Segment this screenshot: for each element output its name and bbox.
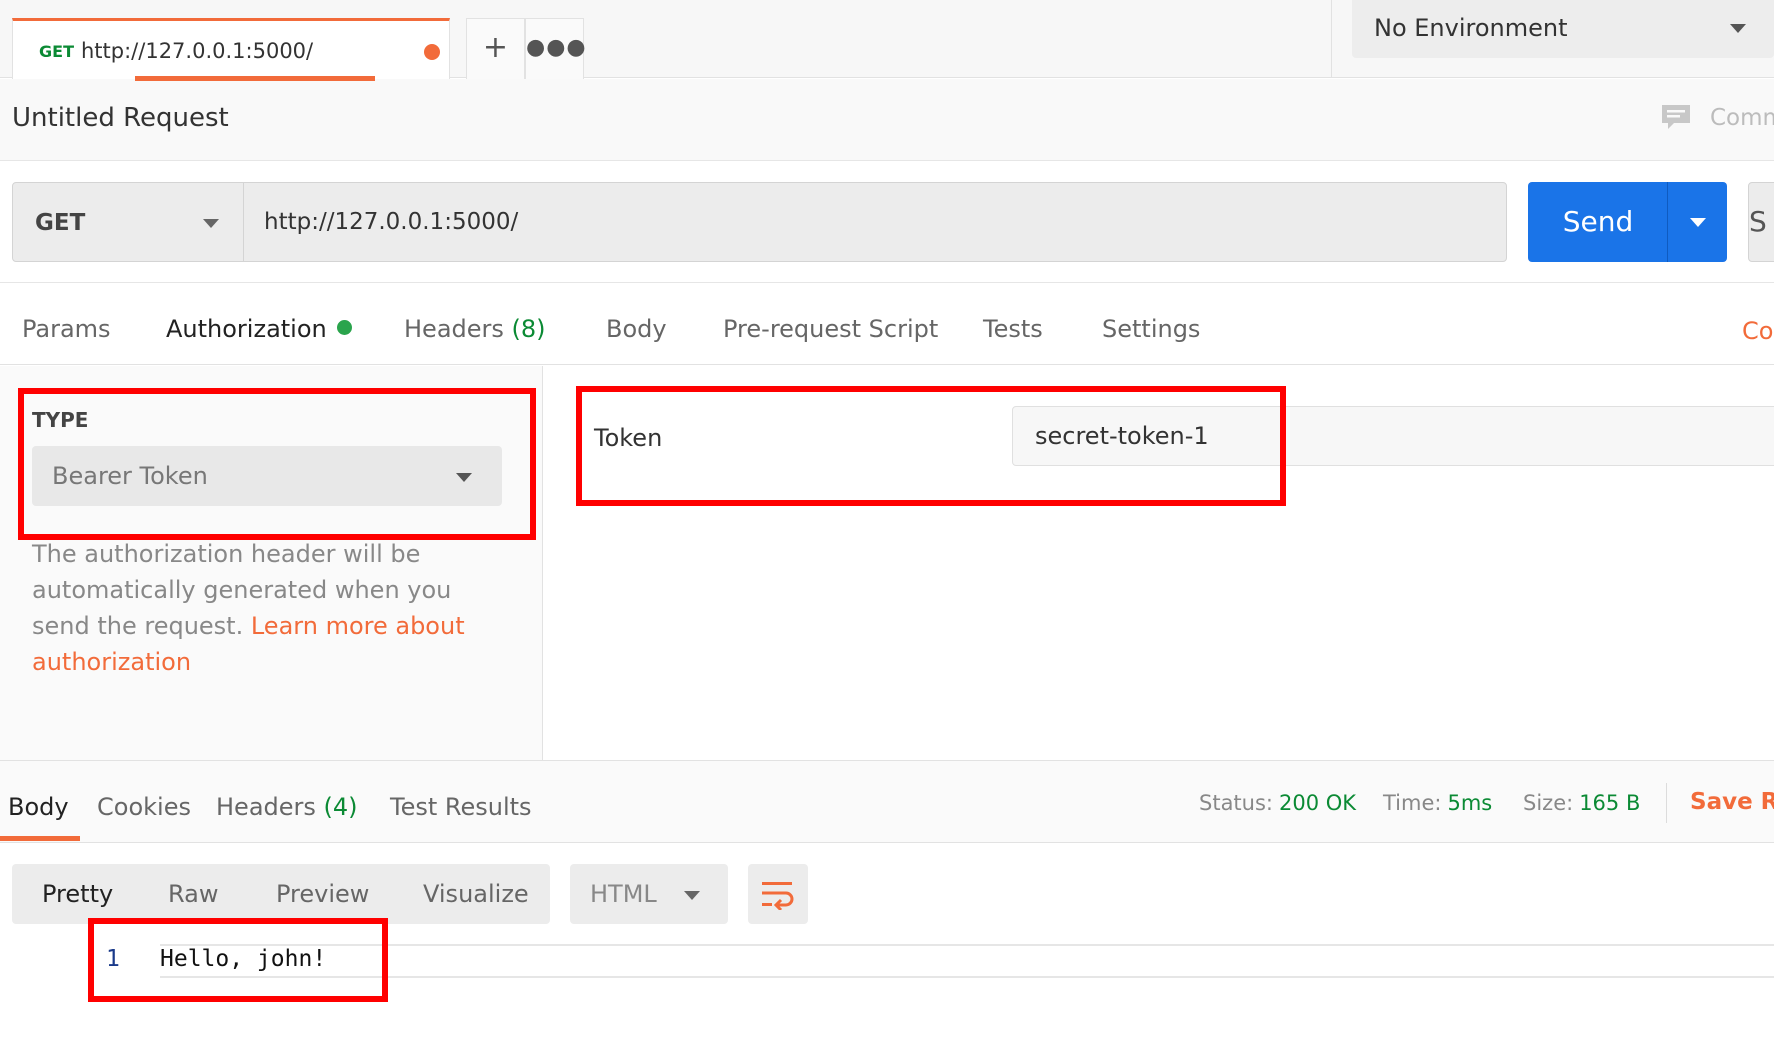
ellipsis-icon: ●●● xyxy=(526,35,587,60)
cookies-link[interactable]: Co xyxy=(1742,317,1773,345)
request-title-bar: Untitled Request Comm xyxy=(0,79,1774,161)
save-button[interactable]: S xyxy=(1748,182,1774,262)
method-label: GET xyxy=(35,210,86,236)
save-label: S xyxy=(1749,205,1767,238)
new-tab-button[interactable]: + xyxy=(466,18,525,79)
auth-help-text: The authorization header will be automat… xyxy=(32,536,502,680)
view-preview-button[interactable]: Preview xyxy=(276,880,369,908)
chevron-down-icon xyxy=(1730,24,1746,33)
tab-params[interactable]: Params xyxy=(22,315,111,343)
size-meta: Size: 165 B xyxy=(1523,791,1640,815)
view-pretty-button[interactable]: Pretty xyxy=(42,880,113,908)
tab-settings[interactable]: Settings xyxy=(1102,315,1200,343)
tab-pre-request-script[interactable]: Pre-request Script xyxy=(723,315,938,343)
tab-tests[interactable]: Tests xyxy=(983,315,1043,343)
wrap-lines-icon xyxy=(762,882,794,910)
request-tab-url: http://127.0.0.1:5000/ xyxy=(81,39,314,63)
tab-authorization-label: Authorization xyxy=(166,315,327,343)
environment-select[interactable]: No Environment xyxy=(1352,0,1774,58)
response-tab-headers[interactable]: Headers (4) xyxy=(216,793,358,821)
tab-headers[interactable]: Headers (8) xyxy=(404,315,546,343)
view-raw-button[interactable]: Raw xyxy=(168,880,218,908)
chevron-down-icon xyxy=(684,891,700,900)
status-meta: Status: 200 OK xyxy=(1199,791,1356,815)
annotation-box-token xyxy=(576,386,1286,506)
more-tabs-button[interactable]: ●●● xyxy=(525,18,587,79)
format-label: HTML xyxy=(590,880,657,908)
tab-headers-label: Headers xyxy=(404,315,504,343)
divider xyxy=(1666,783,1667,823)
response-tab-test-results[interactable]: Test Results xyxy=(390,793,532,821)
code-line-highlight xyxy=(160,944,1774,978)
view-visualize-button[interactable]: Visualize xyxy=(423,880,529,908)
size-label: Size: xyxy=(1523,791,1574,815)
response-tab-headers-label: Headers xyxy=(216,793,316,821)
response-tab-body[interactable]: Body xyxy=(8,793,69,821)
wrap-lines-button[interactable] xyxy=(748,864,808,924)
response-tab-cookies[interactable]: Cookies xyxy=(97,793,191,821)
time-value: 5ms xyxy=(1447,791,1493,815)
status-label: Status: xyxy=(1199,791,1273,815)
tab-authorization[interactable]: Authorization xyxy=(166,315,352,343)
annotation-box-auth-type xyxy=(18,388,536,540)
request-tab[interactable]: GET http://127.0.0.1:5000/ xyxy=(12,18,450,79)
active-tab-indicator xyxy=(0,836,80,841)
send-options-button[interactable] xyxy=(1667,182,1727,262)
response-tabs: Body Cookies Headers (4) Test Results St… xyxy=(0,760,1774,843)
comment-icon[interactable] xyxy=(1660,103,1692,131)
chevron-down-icon xyxy=(1690,218,1706,227)
size-value: 165 B xyxy=(1579,791,1641,815)
plus-icon: + xyxy=(482,30,509,65)
tab-body[interactable]: Body xyxy=(606,315,667,343)
format-select[interactable]: HTML xyxy=(570,864,728,924)
unsaved-dot-icon xyxy=(424,44,440,60)
response-tab-headers-count: (4) xyxy=(323,793,358,821)
method-select[interactable]: GET xyxy=(12,182,244,262)
time-meta: Time: 5ms xyxy=(1383,791,1492,815)
comments-button[interactable]: Comm xyxy=(1710,105,1774,131)
view-mode-group: Pretty Raw Preview Visualize xyxy=(12,864,550,924)
environment-label: No Environment xyxy=(1374,14,1568,42)
request-title[interactable]: Untitled Request xyxy=(12,103,229,133)
status-dot-icon xyxy=(336,320,352,335)
request-tab-method: GET xyxy=(39,42,74,61)
url-input[interactable] xyxy=(243,182,1507,262)
chevron-down-icon xyxy=(203,219,219,228)
status-value: 200 OK xyxy=(1279,791,1357,815)
send-button[interactable]: Send xyxy=(1528,182,1668,262)
tab-headers-count: (8) xyxy=(511,315,546,343)
save-response-button[interactable]: Save Re xyxy=(1690,789,1774,815)
request-tabs: Params Authorization Headers (8) Body Pr… xyxy=(0,282,1774,365)
time-label: Time: xyxy=(1383,791,1442,815)
annotation-box-response xyxy=(88,918,388,1002)
active-tab-indicator xyxy=(135,76,375,81)
divider xyxy=(1331,0,1332,78)
